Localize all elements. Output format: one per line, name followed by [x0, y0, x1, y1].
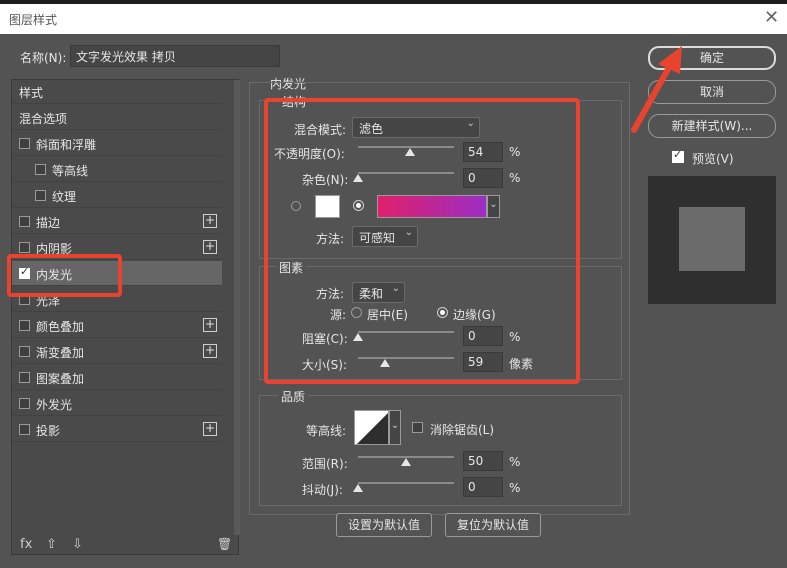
style-checkbox[interactable]: [19, 398, 30, 409]
add-icon[interactable]: +: [203, 240, 217, 254]
preview-square: [679, 207, 745, 271]
close-icon[interactable]: ✕: [764, 7, 779, 29]
range-unit: %: [509, 455, 521, 469]
style-list-item-label: 描边: [36, 216, 61, 230]
range-label: 范围(R):: [302, 457, 348, 471]
annotation-box-settings: [264, 98, 580, 384]
name-label: 名称(N):: [20, 51, 67, 65]
range-slider-thumb[interactable]: [401, 458, 411, 466]
name-input[interactable]: 文字发光效果 拷贝: [70, 45, 280, 67]
reset-default-button[interactable]: 复位为默认值: [445, 513, 541, 537]
preview-checkbox[interactable]: ✓: [672, 148, 684, 163]
style-list-item[interactable]: 等高线: [12, 157, 222, 182]
style-list-item[interactable]: 图案叠加: [12, 365, 222, 390]
style-list-item[interactable]: 描边 +: [12, 209, 222, 234]
style-checkbox[interactable]: [19, 424, 30, 435]
style-list-item[interactable]: 投影 +: [12, 417, 222, 442]
checkmark-icon: ✓: [673, 148, 683, 161]
window-title: 图层样式: [9, 13, 58, 27]
style-checkbox[interactable]: [19, 138, 30, 149]
style-list-item[interactable]: 斜面和浮雕: [12, 131, 222, 156]
style-list-scrollbar[interactable]: [234, 80, 240, 535]
style-list-item[interactable]: 纹理: [12, 183, 222, 208]
contour-dropdown-icon[interactable]: ⌄: [389, 410, 401, 445]
style-list-item[interactable]: 渐变叠加 +: [12, 339, 222, 364]
move-up-icon[interactable]: ⇧: [46, 537, 57, 552]
make-default-button[interactable]: 设置为默认值: [336, 513, 432, 537]
style-list-header-label: 样式: [19, 86, 44, 100]
jitter-slider-thumb[interactable]: [353, 484, 363, 492]
style-list-item-label: 投影: [36, 424, 61, 438]
fx-icon[interactable]: fx: [20, 537, 32, 552]
quality-title: 品质: [278, 388, 309, 405]
style-list-item-label: 斜面和浮雕: [36, 138, 97, 152]
style-list-item[interactable]: 外发光: [12, 391, 222, 416]
style-checkbox[interactable]: [19, 216, 30, 227]
style-list-item-label: 渐变叠加: [36, 346, 85, 360]
trash-icon[interactable]: 🗑: [217, 537, 232, 551]
style-checkbox[interactable]: [19, 242, 30, 253]
style-list-item[interactable]: 混合选项: [12, 105, 222, 130]
style-list-header[interactable]: 样式: [12, 79, 222, 104]
add-icon[interactable]: +: [203, 422, 217, 436]
jitter-input[interactable]: 0: [463, 477, 503, 497]
antialias-label: 消除锯齿(L): [430, 423, 495, 437]
jitter-unit: %: [509, 481, 521, 495]
contour-curve-icon: [357, 413, 388, 444]
add-icon[interactable]: +: [203, 214, 217, 228]
style-checkbox[interactable]: [19, 372, 30, 383]
jitter-label: 抖动(J):: [302, 483, 343, 497]
antialias-checkbox[interactable]: [412, 422, 423, 433]
annotation-box-inner-glow: [7, 254, 122, 297]
title-bar: 图层样式 ✕: [0, 4, 787, 34]
preview-label: 预览(V): [692, 152, 734, 166]
style-list-item-label: 纹理: [52, 190, 77, 204]
preview-thumbnail: [648, 176, 776, 304]
style-checkbox[interactable]: [19, 346, 30, 357]
style-list-item-label: 颜色叠加: [36, 320, 85, 334]
add-icon[interactable]: +: [203, 344, 217, 358]
move-down-icon[interactable]: ⇩: [72, 537, 83, 552]
style-list-item-label: 图案叠加: [36, 372, 85, 386]
style-list-item[interactable]: 颜色叠加 +: [12, 313, 222, 338]
style-list-item-label: 混合选项: [19, 112, 68, 126]
contour-preview[interactable]: [354, 410, 389, 445]
contour-label: 等高线:: [306, 424, 347, 438]
range-input[interactable]: 50: [463, 451, 503, 471]
style-checkbox[interactable]: [35, 164, 46, 175]
add-icon[interactable]: +: [203, 318, 217, 332]
jitter-slider-track[interactable]: [358, 482, 454, 484]
style-checkbox[interactable]: [35, 190, 46, 201]
style-list-item-label: 等高线: [52, 164, 89, 178]
annotation-arrow-icon: [631, 46, 682, 133]
style-checkbox[interactable]: [19, 320, 30, 331]
style-list-item-label: 外发光: [36, 398, 73, 412]
